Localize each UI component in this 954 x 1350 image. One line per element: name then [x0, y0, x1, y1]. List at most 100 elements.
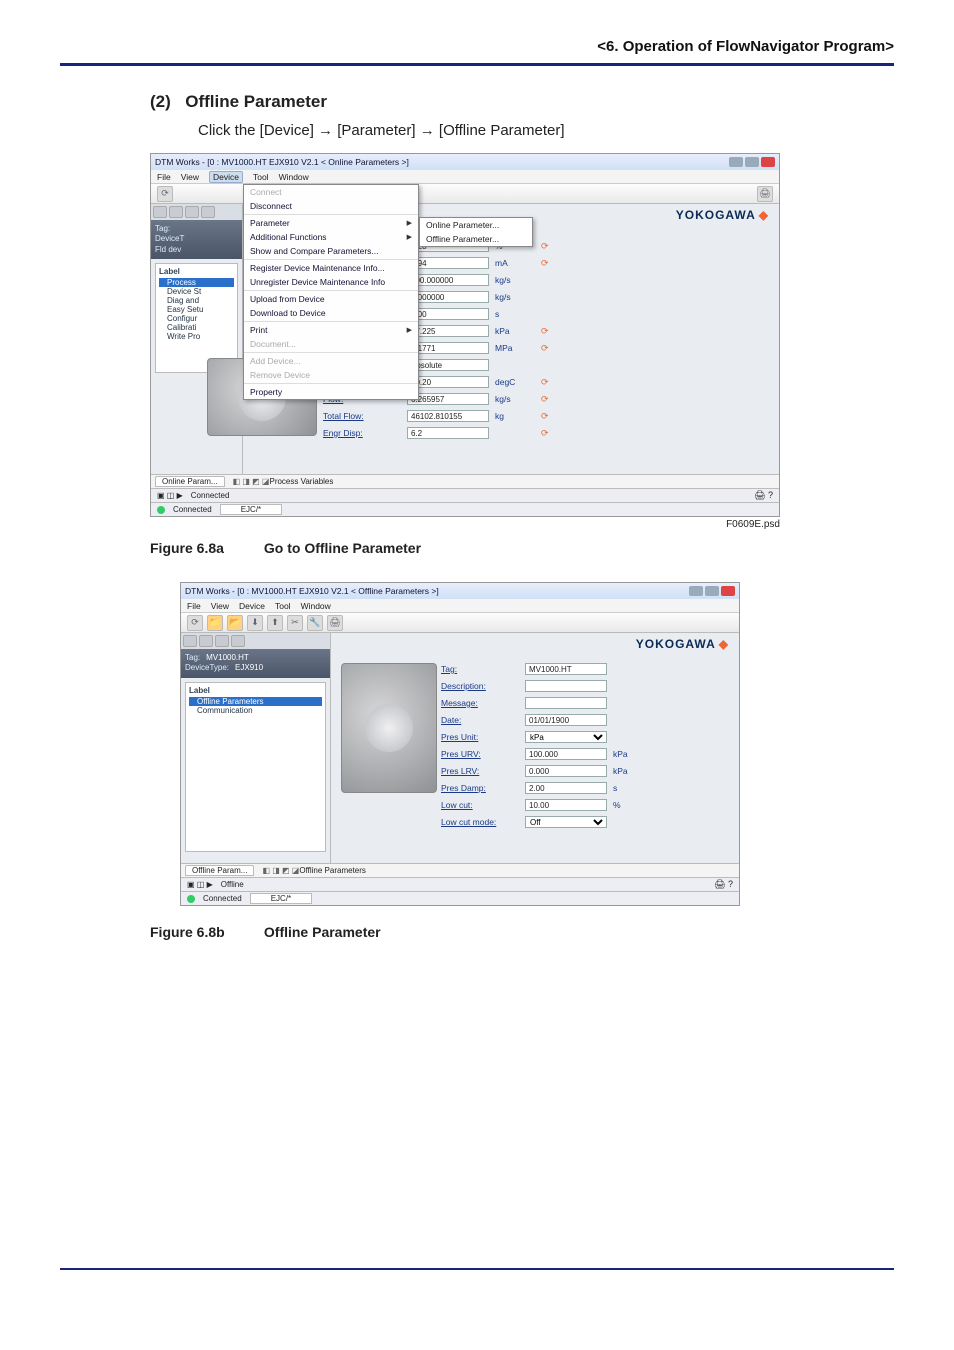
field-value[interactable]: 6.2 — [407, 427, 489, 439]
screenshot-a: DTM Works - [0 : MV1000.HT EJX910 V2.1 <… — [150, 153, 780, 517]
field-value[interactable]: 100.000 — [525, 748, 607, 760]
tree-item-offline-params[interactable]: Offline Parameters — [189, 697, 322, 706]
nav-tab[interactable] — [231, 635, 245, 647]
refresh-icon[interactable]: ⟳ — [541, 326, 549, 337]
menu-download[interactable]: Download to Device — [244, 306, 418, 320]
field-value[interactable]: 6.00 — [407, 308, 489, 320]
print-icon[interactable]: 🖨 — [757, 186, 773, 202]
field-label: Date: — [441, 715, 519, 725]
menu-file[interactable]: File — [187, 601, 201, 611]
field-value[interactable]: 46102.810155 — [407, 410, 489, 422]
window-close-button[interactable] — [721, 586, 735, 596]
tree-item-process[interactable]: Process — [159, 278, 234, 287]
field-value[interactable]: 2.00 — [525, 782, 607, 794]
menu-show-compare[interactable]: Show and Compare Parameters... — [244, 244, 418, 258]
menu-connect[interactable]: Connect — [244, 185, 418, 199]
window-min-button[interactable] — [689, 586, 703, 596]
nav-tree[interactable]: Label Process Device St Diag and Easy Se… — [155, 263, 238, 373]
window-max-button[interactable] — [745, 157, 759, 167]
tree-item[interactable]: Calibrati — [159, 323, 234, 332]
toolbar-button[interactable]: 📂 — [227, 615, 243, 631]
navigator-column: Tag:MV1000.HT DeviceType:EJX910 Label Of… — [181, 633, 331, 863]
menu-tool[interactable]: Tool — [253, 172, 269, 182]
nav-tab[interactable] — [199, 635, 213, 647]
refresh-icon[interactable]: ⟳ — [541, 258, 549, 269]
tree-item[interactable]: Diag and — [159, 296, 234, 305]
toolbar-button[interactable]: ⟳ — [157, 186, 173, 202]
refresh-icon[interactable]: ⟳ — [541, 241, 549, 252]
window-close-button[interactable] — [761, 157, 775, 167]
window-title: DTM Works - [0 : MV1000.HT EJX910 V2.1 <… — [185, 586, 439, 596]
menu-view[interactable]: View — [181, 172, 199, 182]
nav-tab[interactable] — [215, 635, 229, 647]
refresh-icon[interactable]: ⟳ — [541, 343, 549, 354]
window-max-button[interactable] — [705, 586, 719, 596]
tab-online-param[interactable]: Online Param... — [155, 476, 225, 487]
field-value[interactable]: 0.000 — [525, 765, 607, 777]
submenu-online-parameter[interactable]: Online Parameter... — [420, 218, 532, 232]
tab-offline-param[interactable]: Offline Param... — [185, 865, 254, 876]
window-min-button[interactable] — [729, 157, 743, 167]
field-select[interactable]: kPa — [525, 731, 607, 743]
field-value[interactable]: Absolute — [407, 359, 489, 371]
nav-tree[interactable]: Label Offline Parameters Communication — [185, 682, 326, 852]
menu-tool[interactable]: Tool — [275, 601, 291, 611]
refresh-icon[interactable]: ⟳ — [541, 411, 549, 422]
nav-tab[interactable] — [153, 206, 167, 218]
field-select[interactable]: Off — [525, 816, 607, 828]
nav-tab[interactable] — [169, 206, 183, 218]
field-value[interactable]: 100.000000 — [407, 274, 489, 286]
menu-unregister-maint[interactable]: Unregister Device Maintenance Info — [244, 275, 418, 289]
nav-tab[interactable] — [201, 206, 215, 218]
field-value[interactable]: MV1000.HT — [525, 663, 607, 675]
field-value[interactable]: 87.225 — [407, 325, 489, 337]
field-value[interactable]: 0.000000 — [407, 291, 489, 303]
tree-item[interactable]: Easy Setu — [159, 305, 234, 314]
toolbar-button[interactable]: ⬇ — [247, 615, 263, 631]
refresh-icon[interactable]: ⟳ — [541, 394, 549, 405]
menu-remove-device[interactable]: Remove Device — [244, 368, 418, 382]
tree-item[interactable]: Device St — [159, 287, 234, 296]
toolbar-button[interactable]: 🔧 — [307, 615, 323, 631]
menu-parameter[interactable]: Parameter — [244, 216, 418, 230]
menu-view[interactable]: View — [211, 601, 229, 611]
menu-add-device[interactable]: Add Device... — [244, 354, 418, 368]
field-value[interactable]: 0.1771 — [407, 342, 489, 354]
parameter-pane: YOKOGAWA Tag:MV1000.HTDescription:Messag… — [331, 633, 739, 863]
toolbar-button[interactable]: ⟳ — [187, 615, 203, 631]
menu-additional-functions[interactable]: Additional Functions — [244, 230, 418, 244]
refresh-icon[interactable]: ⟳ — [541, 428, 549, 439]
nav-tab[interactable] — [185, 206, 199, 218]
menu-window[interactable]: Window — [279, 172, 309, 182]
menu-device[interactable]: Device — [209, 171, 243, 183]
tree-item[interactable]: Write Pro — [159, 332, 234, 341]
tree-item[interactable]: Configur — [159, 314, 234, 323]
toolbar-button[interactable]: 📁 — [207, 615, 223, 631]
menu-window[interactable]: Window — [301, 601, 331, 611]
menu-register-maint[interactable]: Register Device Maintenance Info... — [244, 261, 418, 275]
menu-disconnect[interactable]: Disconnect — [244, 199, 418, 213]
nav-tab[interactable] — [183, 635, 197, 647]
field-value[interactable]: 6.265957 — [407, 393, 489, 405]
toolbar-button[interactable]: ✂ — [287, 615, 303, 631]
field-value[interactable] — [525, 697, 607, 709]
menu-print[interactable]: Print — [244, 323, 418, 337]
submenu-offline-parameter[interactable]: Offline Parameter... — [420, 232, 532, 246]
toolbar-button[interactable]: ⬆ — [267, 615, 283, 631]
tree-item-communication[interactable]: Communication — [189, 706, 322, 715]
menu-device[interactable]: Device — [239, 601, 265, 611]
field-value[interactable]: 10.00 — [525, 799, 607, 811]
field-value[interactable]: 30.20 — [407, 376, 489, 388]
status-row: ▣ ◫ ▶Offline 🖨 ? — [181, 877, 739, 891]
menu-upload[interactable]: Upload from Device — [244, 292, 418, 306]
menu-file[interactable]: File — [157, 172, 171, 182]
refresh-icon[interactable]: ⟳ — [541, 377, 549, 388]
field-value[interactable]: 01/01/1900 — [525, 714, 607, 726]
field-value[interactable] — [525, 680, 607, 692]
menu-property[interactable]: Property — [244, 385, 418, 399]
image-filename: F0609E.psd — [150, 519, 780, 530]
print-icon[interactable]: 🖨 — [327, 615, 343, 631]
menu-document[interactable]: Document... — [244, 337, 418, 351]
screenshot-b: DTM Works - [0 : MV1000.HT EJX910 V2.1 <… — [180, 582, 740, 906]
field-value[interactable]: 4.94 — [407, 257, 489, 269]
